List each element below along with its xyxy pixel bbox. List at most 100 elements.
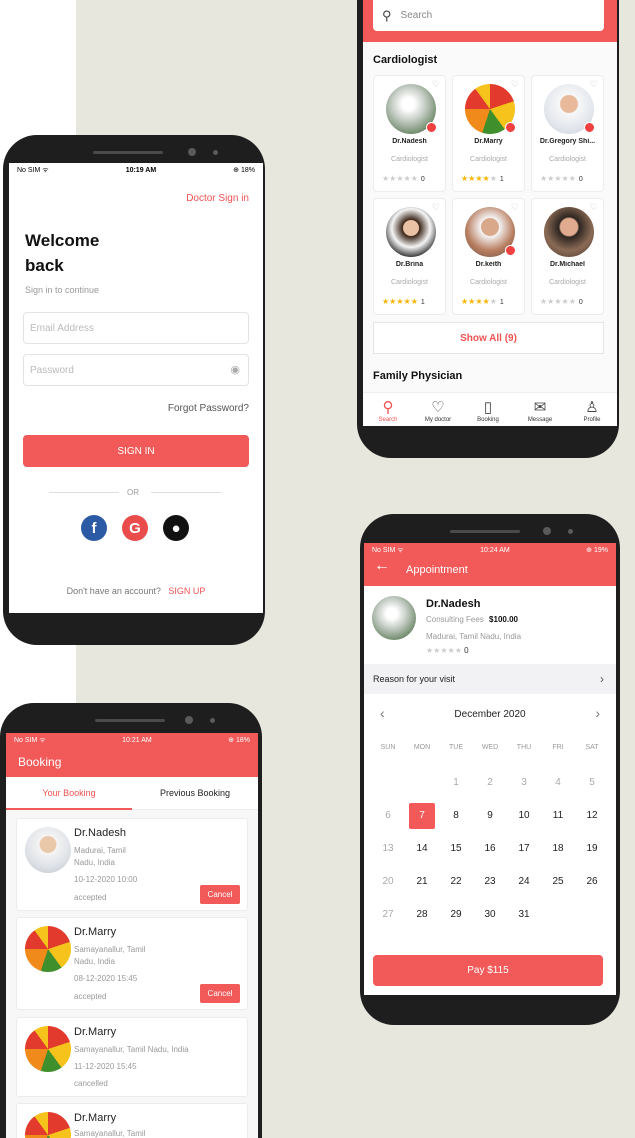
tab-your-booking-label: Your Booking xyxy=(42,787,96,798)
favorite-heart-icon[interactable]: ♡ xyxy=(511,202,519,213)
nav-booking[interactable]: ▯ Booking xyxy=(463,399,513,423)
eye-icon[interactable]: ◉ xyxy=(230,363,240,376)
calendar-day[interactable]: 3 xyxy=(513,772,535,794)
calendar-day[interactable]: 1 xyxy=(445,772,467,794)
calendar-day[interactable]: 12 xyxy=(581,805,603,827)
booking-card[interactable]: Dr.Marry Samayanallur, Tamil Nadu, India… xyxy=(16,1017,248,1097)
booking-card[interactable]: Dr.Marry Samayanallur, Tamil xyxy=(16,1103,248,1138)
fees-label: Consulting Fees xyxy=(426,615,484,624)
nav-message[interactable]: ✉ Message xyxy=(515,399,565,423)
next-month-icon[interactable]: › xyxy=(595,705,600,721)
favorite-heart-icon[interactable]: ♡ xyxy=(432,202,440,213)
rating-count: 0 xyxy=(578,176,583,183)
doctor-card[interactable]: ♡ Dr.Nadesh Cardiologist ★★★★★ 0 xyxy=(373,75,446,192)
calendar-day[interactable]: 24 xyxy=(513,871,535,893)
calendar-day[interactable]: 31 xyxy=(513,904,535,926)
calendar-day[interactable]: 29 xyxy=(445,904,467,926)
doctor-avatar xyxy=(25,1026,71,1072)
calendar-day[interactable]: 5 xyxy=(581,772,603,794)
signin-subtitle: Sign in to continue xyxy=(25,285,100,295)
doctor-specialty: Cardiologist xyxy=(391,156,428,163)
doctor-card[interactable]: ♡ Dr.Gregory Shi... Cardiologist ★★★★★ 0 xyxy=(531,75,604,192)
sensor xyxy=(213,150,218,155)
nav-search[interactable]: ⚲ Search xyxy=(363,399,413,423)
tab-your-booking[interactable]: Your Booking xyxy=(6,777,132,810)
calendar-day[interactable]: 10 xyxy=(513,805,535,827)
signup-link[interactable]: SIGN UP xyxy=(168,586,205,596)
email-placeholder: Email Address xyxy=(30,322,94,334)
search-input[interactable]: ⚲ Search xyxy=(373,0,604,31)
booking-status: accepted xyxy=(74,893,107,902)
calendar-day[interactable]: 17 xyxy=(513,838,535,860)
calendar-day[interactable]: 11 xyxy=(547,805,569,827)
booking-doctor-name: Dr.Marry xyxy=(74,926,117,938)
profile-icon: ♙ xyxy=(585,399,599,416)
doctor-specialty: Cardiologist xyxy=(470,279,507,286)
calendar-day[interactable]: 23 xyxy=(479,871,501,893)
calendar-day[interactable]: 22 xyxy=(445,871,467,893)
search-icon: ⚲ xyxy=(382,399,394,416)
weekday-header: THU xyxy=(516,744,532,751)
cancel-button[interactable]: Cancel xyxy=(200,885,240,904)
tab-previous-booking[interactable]: Previous Booking xyxy=(132,777,258,810)
doctor-avatar xyxy=(386,207,436,257)
favorite-heart-icon[interactable]: ♡ xyxy=(432,79,440,90)
google-icon[interactable]: G xyxy=(122,515,148,541)
doctor-card[interactable]: ♡ Dr.Marry Cardiologist ★★★★★ 1 xyxy=(452,75,525,192)
cancel-button[interactable]: Cancel xyxy=(200,984,240,1003)
pay-button[interactable]: Pay $115 xyxy=(373,955,603,986)
calendar-day[interactable]: 16 xyxy=(479,838,501,860)
calendar-day[interactable]: 9 xyxy=(479,805,501,827)
calendar-day[interactable]: 8 xyxy=(445,805,467,827)
calendar-day[interactable]: 25 xyxy=(547,871,569,893)
calendar-day[interactable]: 14 xyxy=(411,838,433,860)
facebook-icon[interactable]: f xyxy=(81,515,107,541)
avatar-image xyxy=(386,207,436,257)
booking-card[interactable]: Dr.Nadesh Madurai, Tamil Nadu, India 10-… xyxy=(16,818,248,911)
calendar-day[interactable]: 26 xyxy=(581,871,603,893)
calendar-day[interactable]: 4 xyxy=(547,772,569,794)
doctor-avatar xyxy=(25,1112,71,1138)
favorite-heart-icon[interactable]: ♡ xyxy=(511,79,519,90)
calendar-day[interactable]: 15 xyxy=(445,838,467,860)
appt-rating: ★★★★★ 0 xyxy=(426,646,469,655)
forgot-password-link[interactable]: Forgot Password? xyxy=(168,403,249,414)
calendar-day[interactable]: 30 xyxy=(479,904,501,926)
calendar-day[interactable]: 20 xyxy=(377,871,399,893)
doctor-signin-link[interactable]: Doctor Sign in xyxy=(186,193,249,204)
booking-card[interactable]: Dr.Marry Samayanallur, Tamil Nadu, India… xyxy=(16,917,248,1010)
calendar-day[interactable]: 19 xyxy=(581,838,603,860)
doctor-specialty: Cardiologist xyxy=(470,156,507,163)
video-call-icon xyxy=(426,122,437,133)
calendar-day[interactable]: 6 xyxy=(377,805,399,827)
email-field[interactable]: Email Address xyxy=(23,312,249,344)
status-bar: No SIM ᯤ 10:19 AM ⊕ 18% xyxy=(9,163,263,177)
booking-doctor-name: Dr.Marry xyxy=(74,1026,117,1038)
doctor-card[interactable]: ♡ Dr.Brina Cardiologist ★★★★★ 1 xyxy=(373,198,446,315)
doctor-card[interactable]: ♡ Dr.keith Cardiologist ★★★★★ 1 xyxy=(452,198,525,315)
nav-profile[interactable]: ♙ Profile xyxy=(567,399,617,423)
show-all-button[interactable]: Show All (9) xyxy=(373,322,604,354)
calendar-day[interactable]: 18 xyxy=(547,838,569,860)
reason-row[interactable]: Reason for your visit › xyxy=(364,664,616,694)
booking-title: Booking xyxy=(18,755,62,769)
password-field[interactable]: Password ◉ xyxy=(23,354,249,386)
calendar-day[interactable]: 27 xyxy=(377,904,399,926)
back-arrow-icon[interactable]: ← xyxy=(374,557,390,575)
signin-button[interactable]: SIGN IN xyxy=(23,435,249,467)
calendar-day[interactable]: 13 xyxy=(377,838,399,860)
no-account-text: Don't have an account? xyxy=(66,586,161,596)
booking-screen: No SIM ᯤ 10:21 AM ⊕ 18% Booking Your Boo… xyxy=(6,733,258,1138)
weekday-header: WED xyxy=(481,744,499,751)
fees-row: Consulting Fees $100.00 xyxy=(426,615,518,624)
apple-icon[interactable]: ● xyxy=(163,515,189,541)
favorite-heart-icon[interactable]: ♡ xyxy=(590,79,598,90)
calendar-day[interactable]: 2 xyxy=(479,772,501,794)
front-camera xyxy=(188,148,196,156)
calendar-day[interactable]: 21 xyxy=(411,871,433,893)
favorite-heart-icon[interactable]: ♡ xyxy=(590,202,598,213)
calendar-day-selected[interactable]: 7 xyxy=(409,803,435,829)
doctor-card[interactable]: ♡ Dr.Michael Cardiologist ★★★★★ 0 xyxy=(531,198,604,315)
nav-my-doctor[interactable]: ♡ My doctor xyxy=(413,399,463,423)
calendar-day[interactable]: 28 xyxy=(411,904,433,926)
